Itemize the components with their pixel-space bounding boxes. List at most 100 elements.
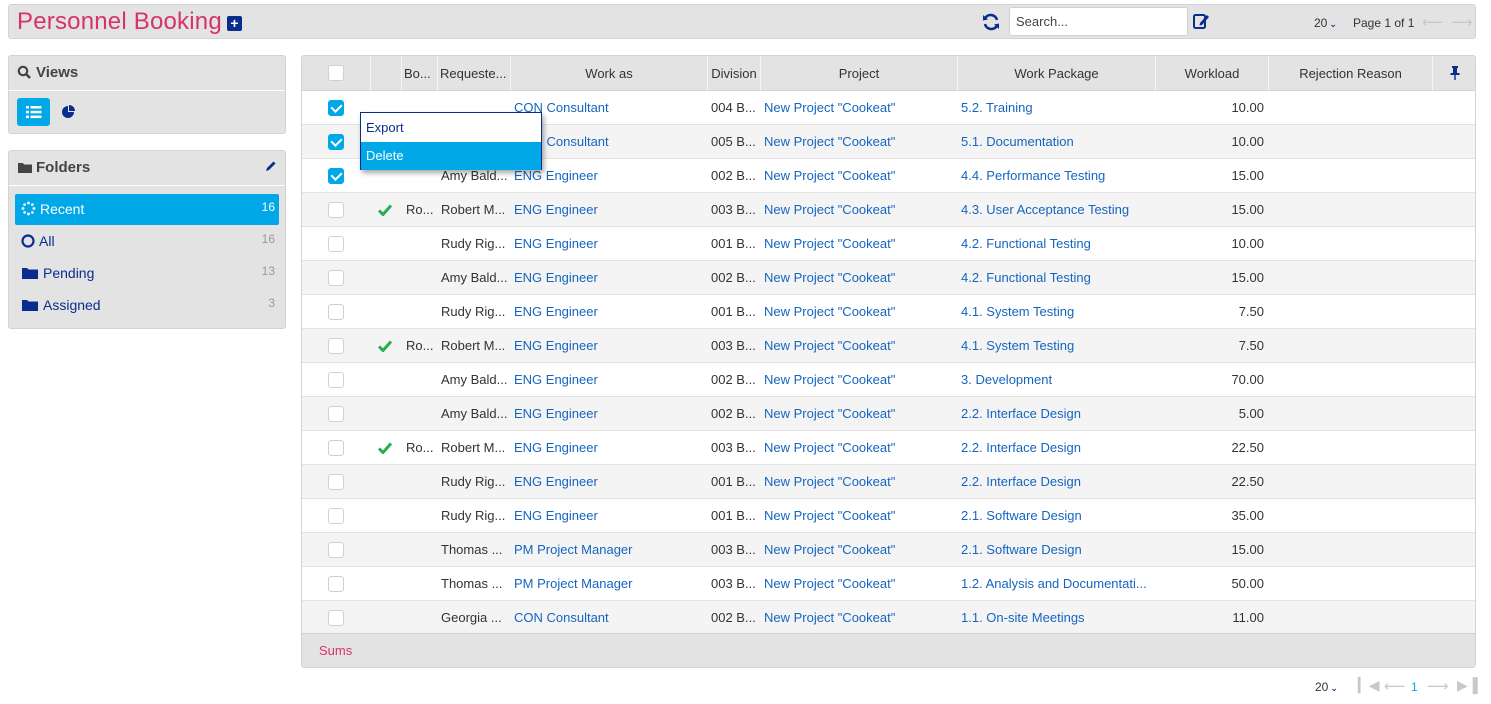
work-package-link[interactable]: 4.1. System Testing [961, 295, 1155, 328]
project-link[interactable]: New Project "Cookeat" [764, 227, 956, 260]
table-row[interactable]: Amy Bald... ENG Engineer 002 B... New Proje… [302, 397, 1475, 431]
work-package-link[interactable]: 4.3. User Acceptance Testing [961, 193, 1155, 226]
work-package-link[interactable]: 4.1. System Testing [961, 329, 1155, 362]
row-checkbox[interactable] [328, 610, 344, 626]
row-checkbox[interactable] [328, 270, 344, 286]
row-checkbox[interactable] [328, 508, 344, 524]
table-row[interactable]: Thomas ... PM Project Manager 003 B... New … [302, 567, 1475, 601]
row-checkbox[interactable] [328, 576, 344, 592]
context-menu-delete[interactable]: Delete [361, 142, 541, 170]
table-row[interactable]: Rudy Rig... ENG Engineer 001 B... New Proje… [302, 465, 1475, 499]
add-button[interactable]: + [227, 16, 242, 31]
search-input[interactable] [1009, 7, 1188, 36]
work-as-link[interactable]: ENG Engineer [514, 193, 706, 226]
pencil-icon[interactable] [265, 160, 277, 172]
work-as-link[interactable]: ENG Engineer [514, 329, 706, 362]
row-checkbox[interactable] [328, 474, 344, 490]
rejection-reason-column-header[interactable]: Rejection Reason [1269, 56, 1433, 91]
row-checkbox[interactable] [328, 100, 344, 116]
table-row[interactable]: Ro... Robert M... ENG Engineer 003 B... New … [302, 193, 1475, 227]
list-view-button[interactable] [17, 98, 50, 126]
work-package-link[interactable]: 2.2. Interface Design [961, 431, 1155, 464]
project-link[interactable]: New Project "Cookeat" [764, 499, 956, 532]
row-checkbox[interactable] [328, 202, 344, 218]
edit-icon[interactable] [1192, 12, 1210, 30]
project-column-header[interactable]: Project [761, 56, 958, 91]
project-link[interactable]: New Project "Cookeat" [764, 91, 956, 124]
work-package-link[interactable]: 4.2. Functional Testing [961, 227, 1155, 260]
booked-column-header[interactable]: Bo... [402, 56, 438, 91]
next-page-arrow-icon[interactable]: ⟶ [1427, 677, 1449, 695]
first-page-icon[interactable]: ▎◀ [1358, 677, 1380, 694]
select-all-checkbox[interactable] [328, 65, 344, 81]
table-row[interactable]: Amy Bald... ENG Engineer 002 B... New Proje… [302, 261, 1475, 295]
refresh-icon[interactable] [981, 12, 1001, 32]
work-as-link[interactable]: ENG Engineer [514, 227, 706, 260]
work-as-link[interactable]: ENG Engineer [514, 499, 706, 532]
work-package-link[interactable]: 2.1. Software Design [961, 499, 1155, 532]
work-as-link[interactable]: ENG Engineer [514, 159, 706, 192]
prev-page-arrow-icon[interactable]: ⟵ [1384, 677, 1406, 695]
table-row[interactable]: Amy Bald... ENG Engineer 002 B... New Proje… [302, 363, 1475, 397]
context-menu-export[interactable]: Export [361, 114, 541, 142]
work-package-link[interactable]: 2.2. Interface Design [961, 397, 1155, 430]
project-link[interactable]: New Project "Cookeat" [764, 431, 956, 464]
project-link[interactable]: New Project "Cookeat" [764, 329, 956, 362]
project-link[interactable]: New Project "Cookeat" [764, 397, 956, 430]
row-checkbox[interactable] [328, 304, 344, 320]
project-link[interactable]: New Project "Cookeat" [764, 567, 956, 600]
work-as-link[interactable]: PM Project Manager [514, 567, 706, 600]
project-link[interactable]: New Project "Cookeat" [764, 125, 956, 158]
pie-chart-icon[interactable] [60, 104, 76, 120]
folder-item-all[interactable]: All 16 [15, 226, 279, 257]
project-link[interactable]: New Project "Cookeat" [764, 363, 956, 396]
next-page-arrow-icon[interactable]: ⟶ [1451, 13, 1473, 31]
work-as-column-header[interactable]: Work as [511, 56, 708, 91]
project-link[interactable]: New Project "Cookeat" [764, 601, 956, 634]
row-checkbox[interactable] [328, 338, 344, 354]
bottom-page-size-select[interactable]: 20 ⌄ [1315, 680, 1338, 694]
work-as-link[interactable]: PM Project Manager [514, 533, 706, 566]
work-package-link[interactable]: 5.2. Training [961, 91, 1155, 124]
table-row[interactable]: Ro... Robert M... ENG Engineer 003 B... New … [302, 329, 1475, 363]
current-page-link[interactable]: 1 [1411, 680, 1418, 694]
folder-item-pending[interactable]: Pending 13 [15, 258, 279, 289]
row-checkbox[interactable] [328, 542, 344, 558]
work-package-link[interactable]: 1.2. Analysis and Documentati... [961, 567, 1155, 600]
row-checkbox[interactable] [328, 406, 344, 422]
work-package-link[interactable]: 4.2. Functional Testing [961, 261, 1155, 294]
work-package-link[interactable]: 5.1. Documentation [961, 125, 1155, 158]
status-column-header[interactable] [371, 56, 402, 91]
requester-column-header[interactable]: Requeste... [438, 56, 511, 91]
row-checkbox[interactable] [328, 236, 344, 252]
work-as-link[interactable]: ENG Engineer [514, 261, 706, 294]
table-row[interactable]: Rudy Rig... ENG Engineer 001 B... New Proje… [302, 295, 1475, 329]
table-row[interactable]: Thomas ... PM Project Manager 003 B... New … [302, 533, 1475, 567]
work-as-link[interactable]: ENG Engineer [514, 431, 706, 464]
project-link[interactable]: New Project "Cookeat" [764, 465, 956, 498]
last-page-icon[interactable]: ▶▐ [1457, 677, 1478, 694]
table-row[interactable]: Ro... Robert M... ENG Engineer 003 B... New … [302, 431, 1475, 465]
prev-page-arrow-icon[interactable]: ⟵ [1422, 13, 1444, 31]
work-package-column-header[interactable]: Work Package [958, 56, 1156, 91]
division-column-header[interactable]: Division [708, 56, 761, 91]
table-row[interactable]: Georgia ... CON Consultant 002 B... New Pro… [302, 601, 1475, 635]
row-checkbox[interactable] [328, 168, 344, 184]
project-link[interactable]: New Project "Cookeat" [764, 193, 956, 226]
work-package-link[interactable]: 1.1. On-site Meetings [961, 601, 1155, 634]
row-checkbox[interactable] [328, 440, 344, 456]
work-as-link[interactable]: CON Consultant [514, 125, 706, 158]
folder-item-recent[interactable]: Recent 16 [15, 194, 279, 225]
work-as-link[interactable]: ENG Engineer [514, 397, 706, 430]
work-as-link[interactable]: ENG Engineer [514, 295, 706, 328]
work-as-link[interactable]: ENG Engineer [514, 363, 706, 396]
project-link[interactable]: New Project "Cookeat" [764, 295, 956, 328]
row-checkbox[interactable] [328, 372, 344, 388]
project-link[interactable]: New Project "Cookeat" [764, 261, 956, 294]
project-link[interactable]: New Project "Cookeat" [764, 159, 956, 192]
row-checkbox[interactable] [328, 134, 344, 150]
project-link[interactable]: New Project "Cookeat" [764, 533, 956, 566]
workload-column-header[interactable]: Workload [1156, 56, 1269, 91]
work-package-link[interactable]: 2.1. Software Design [961, 533, 1155, 566]
table-row[interactable]: Rudy Rig... ENG Engineer 001 B... New Proje… [302, 227, 1475, 261]
